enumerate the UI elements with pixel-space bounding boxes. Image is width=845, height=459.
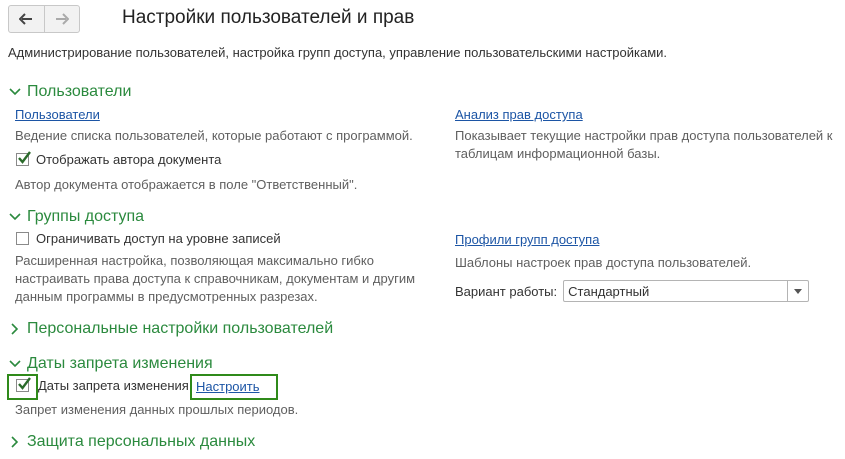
restrict-records-label: Ограничивать доступ на уровне записей (36, 231, 281, 246)
closing-dates-description: Запрет изменения данных прошлых периодов… (15, 402, 299, 417)
closing-dates-checkbox-row[interactable]: Даты запрета изменения (16, 377, 189, 393)
closing-dates-label: Даты запрета изменения (38, 378, 189, 393)
chevron-down-icon (794, 288, 803, 294)
chevron-right-icon (11, 436, 19, 448)
rights-analysis-link[interactable]: Анализ прав доступа (455, 107, 583, 122)
access-group-profiles-link[interactable]: Профили групп доступа (455, 232, 599, 247)
closing-dates-checkbox[interactable] (16, 377, 31, 392)
chevron-down-icon (9, 213, 21, 221)
show-author-description: Автор документа отображается в поле "Отв… (15, 177, 358, 192)
page-title: Настройки пользователей и прав (122, 7, 415, 28)
work-mode-field: Вариант работы: Стандартный (455, 280, 810, 302)
access-group-profiles-description: Шаблоны настроек прав доступа пользовате… (455, 255, 752, 270)
checkmark-icon (18, 151, 31, 164)
dropdown-button[interactable] (787, 281, 808, 301)
show-author-label: Отображать автора документа (36, 152, 222, 167)
setup-closing-dates-link[interactable]: Настроить (196, 379, 260, 394)
section-users-header[interactable]: Пользователи (8, 83, 131, 101)
work-mode-value: Стандартный (568, 283, 650, 299)
section-users-title: Пользователи (27, 83, 132, 100)
checkmark-icon (18, 377, 31, 390)
back-button[interactable] (9, 6, 44, 32)
section-closing-dates-header[interactable]: Даты запрета изменения (8, 355, 213, 373)
chevron-down-icon (9, 88, 21, 96)
arrow-left-icon (19, 13, 33, 25)
show-author-checkbox[interactable] (16, 151, 31, 166)
work-mode-select[interactable]: Стандартный (563, 280, 810, 302)
section-personal-data-title: Защита персональных данных (27, 433, 256, 450)
chevron-down-icon (9, 360, 21, 368)
section-personal-settings-title: Персональные настройки пользователей (27, 320, 334, 337)
restrict-records-description: Расширенная настройка, позволяющая макси… (15, 253, 416, 304)
navigation-buttons (8, 5, 80, 33)
restrict-records-checkbox[interactable] (16, 232, 29, 245)
rights-analysis-description: Показывает текущие настройки прав доступ… (455, 128, 833, 161)
section-personal-data-header[interactable]: Защита персональных данных (8, 433, 255, 451)
users-description: Ведение списка пользователей, которые ра… (15, 128, 413, 143)
arrow-right-icon (55, 13, 69, 25)
page-description: Администрирование пользователей, настрой… (8, 45, 668, 60)
show-author-checkbox-row[interactable]: Отображать автора документа (16, 151, 222, 167)
section-closing-dates-title: Даты запрета изменения (27, 355, 213, 372)
forward-button[interactable] (43, 6, 80, 32)
section-access-groups-header[interactable]: Группы доступа (8, 208, 144, 226)
section-access-groups-title: Группы доступа (27, 208, 145, 225)
restrict-records-checkbox-row[interactable]: Ограничивать доступ на уровне записей (16, 231, 281, 246)
section-personal-settings-header[interactable]: Персональные настройки пользователей (8, 320, 333, 338)
users-link[interactable]: Пользователи (15, 107, 100, 122)
chevron-right-icon (11, 323, 19, 335)
work-mode-label: Вариант работы: (455, 283, 558, 299)
